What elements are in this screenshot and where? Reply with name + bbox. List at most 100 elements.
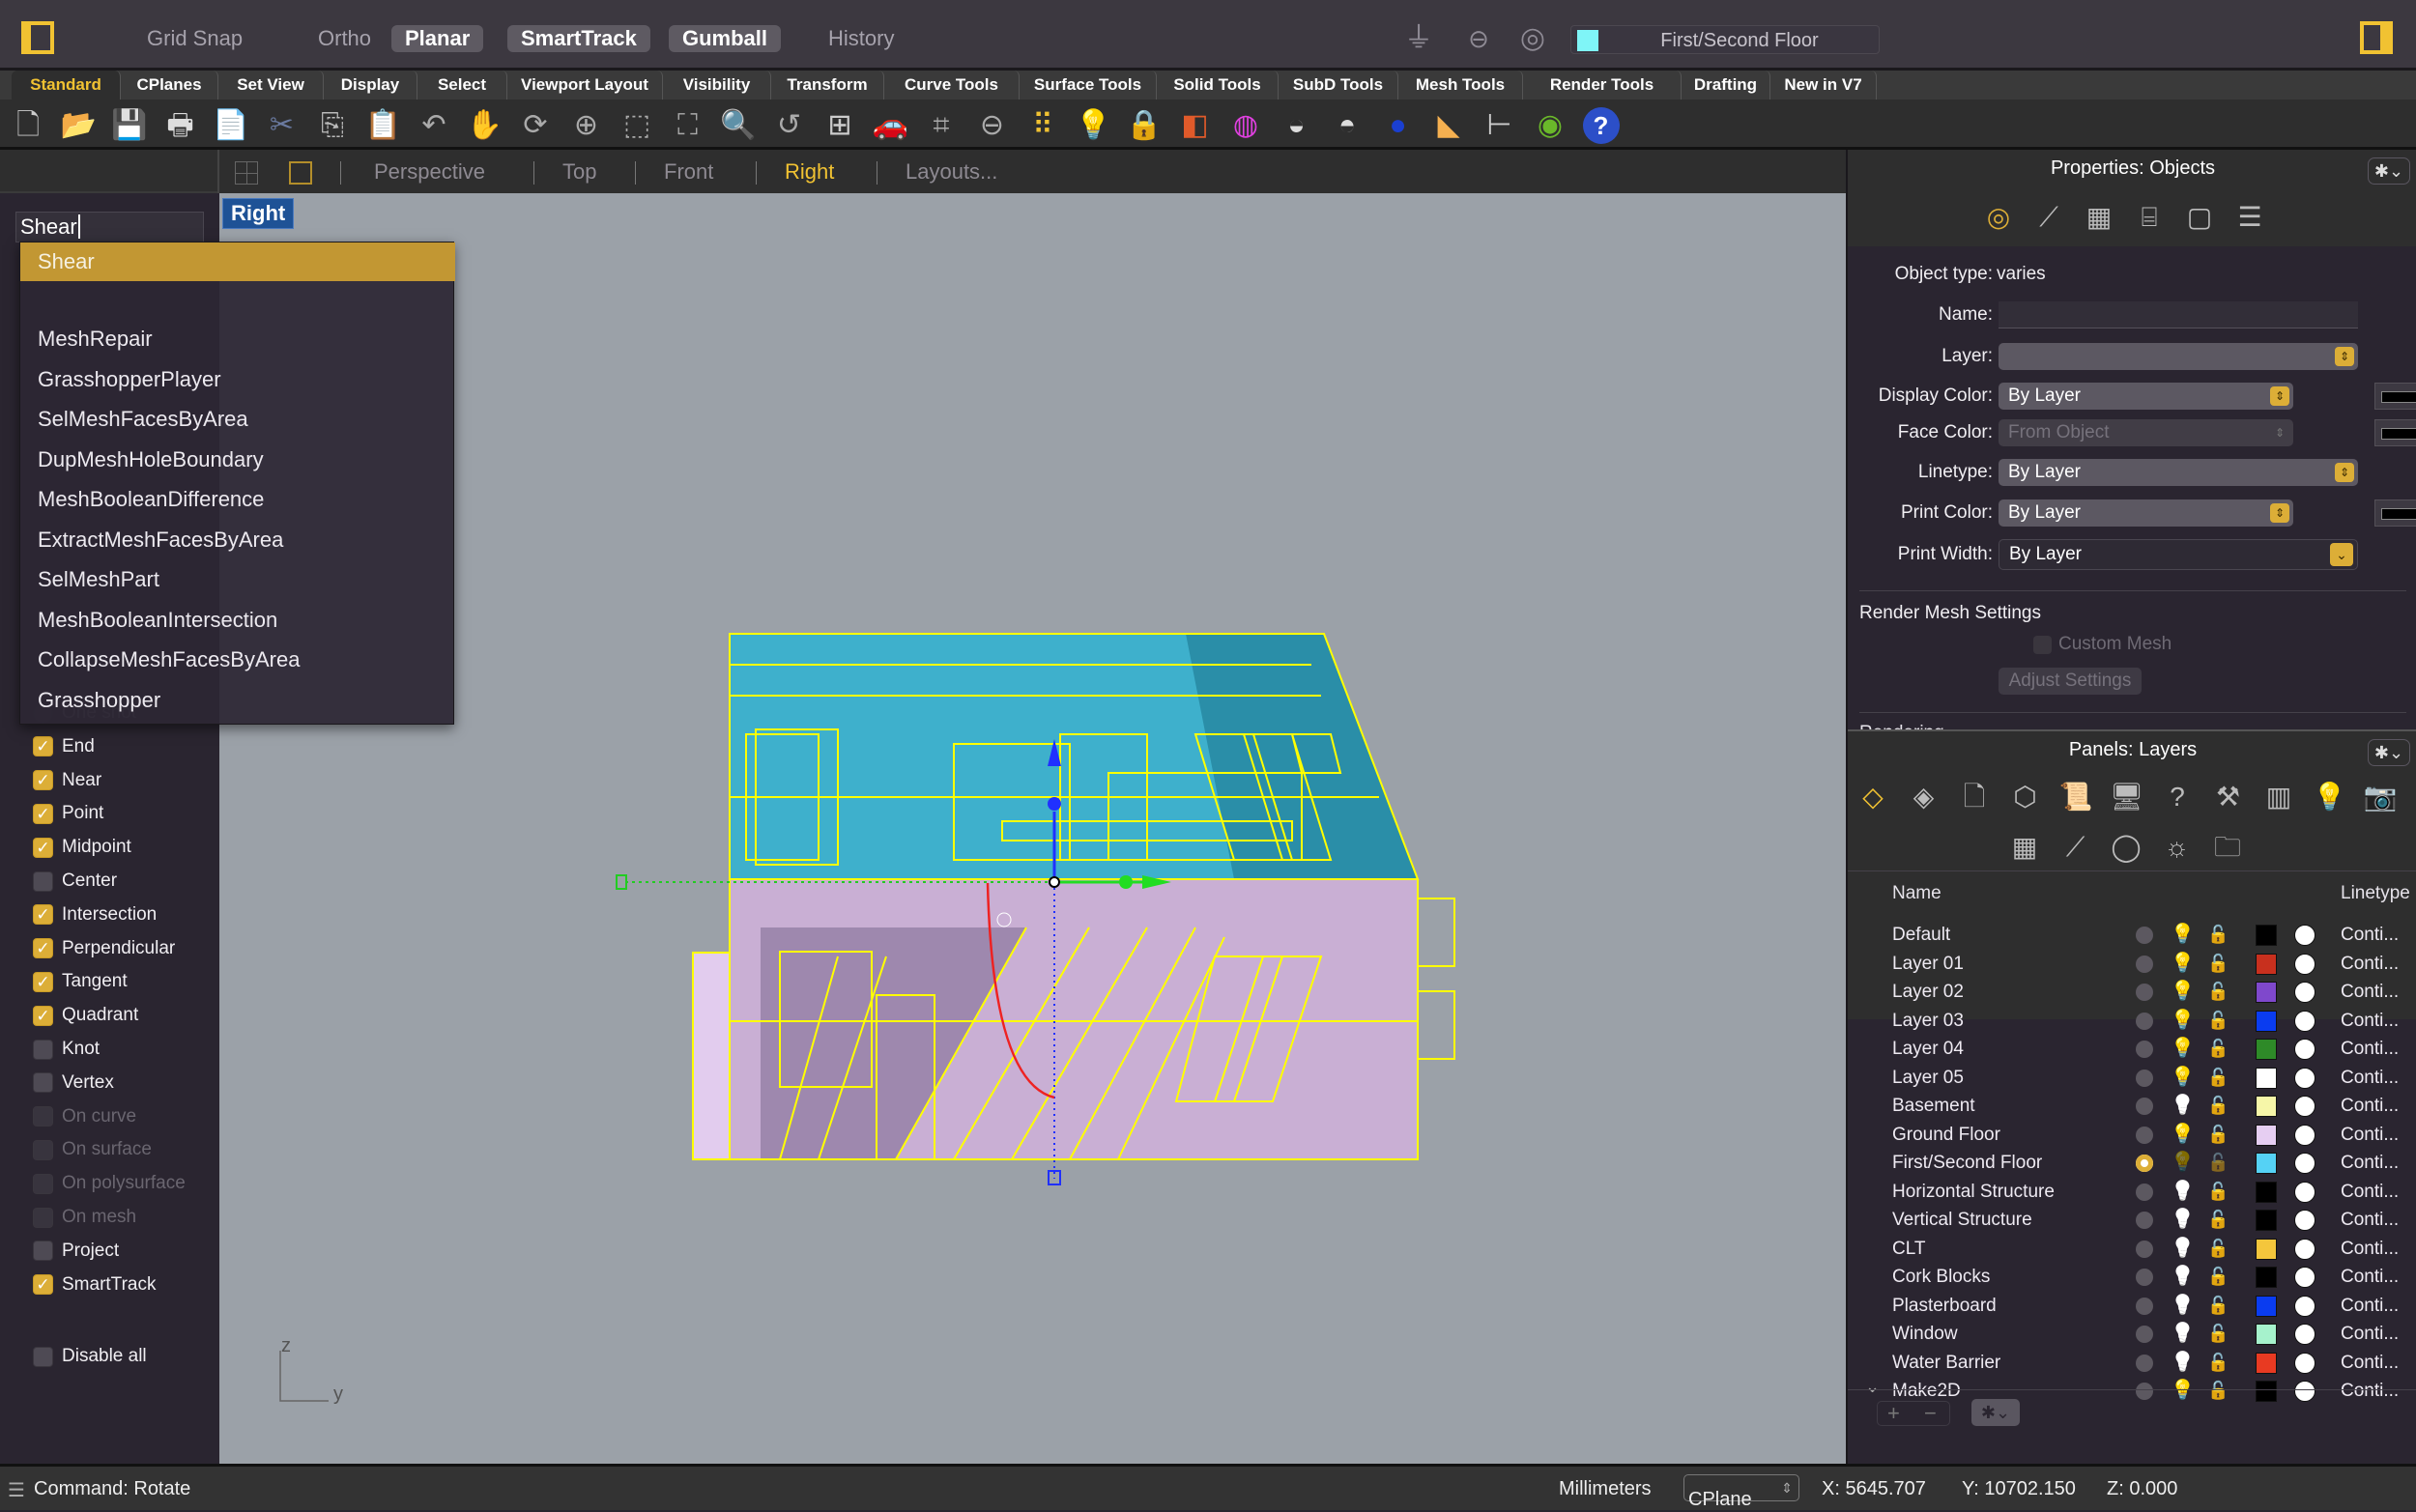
mode-history[interactable]: History — [815, 25, 907, 52]
osnap-point[interactable]: ✓ Point — [33, 799, 103, 828]
sphere-wire-icon[interactable]: ◒ — [1279, 107, 1315, 144]
material-swatch[interactable] — [2294, 1381, 2315, 1402]
layer-linetype[interactable]: Conti... — [2341, 1092, 2399, 1120]
layer-row[interactable]: Plasterboard 💡 🔓 Conti... — [1848, 1292, 2416, 1320]
osnap-knot[interactable]: Knot — [33, 1035, 100, 1064]
layer-color-swatch[interactable] — [2256, 1153, 2277, 1174]
layer-linetype[interactable]: Conti... — [2341, 921, 2399, 949]
material-swatch[interactable] — [2294, 1324, 2315, 1345]
suggestion-item[interactable]: SelMeshFacesByArea — [20, 400, 455, 439]
osnap-disable-all[interactable]: Disable all — [33, 1342, 147, 1371]
layer-row[interactable]: Basement 💡 🔓 Conti... — [1848, 1092, 2416, 1120]
material-swatch[interactable] — [2294, 953, 2315, 975]
lightbulb-icon[interactable]: 💡 — [2171, 1235, 2195, 1263]
layer-row[interactable]: First/Second Floor 💡 🔓 Conti... — [1848, 1149, 2416, 1177]
layer-color-swatch[interactable] — [2256, 1295, 2277, 1317]
dimension-icon[interactable]: ⊢ — [1481, 107, 1518, 144]
face-color-select[interactable]: From Object ⇕ — [1999, 419, 2293, 446]
layer-linetype[interactable]: Conti... — [2341, 1320, 2399, 1348]
unlock-icon[interactable]: 🔓 — [2207, 1292, 2229, 1320]
layer-options-gear-button[interactable]: ✱⌄ — [1971, 1399, 2020, 1426]
display-panel-icon[interactable]: 🖥 — [2110, 778, 2144, 816]
car-display-icon[interactable]: 🚗 — [873, 107, 909, 144]
layer-linetype[interactable]: Conti... — [2341, 1377, 2399, 1405]
material-swatch[interactable] — [2294, 1124, 2315, 1146]
checkbox[interactable]: ✓ — [33, 1274, 53, 1296]
checkbox[interactable] — [33, 1346, 53, 1367]
lightbulb-icon[interactable]: 💡 — [2171, 1263, 2195, 1291]
current-layer-indicator[interactable] — [2136, 1212, 2153, 1229]
help-panel-icon[interactable]: ? — [2160, 778, 2195, 816]
lightbulb-icon[interactable]: 💡 — [2171, 1064, 2195, 1092]
material-swatch[interactable] — [2294, 1039, 2315, 1060]
checkbox[interactable]: ✓ — [33, 1005, 53, 1026]
layer-linetype[interactable]: Conti... — [2341, 1349, 2399, 1377]
print-width-select[interactable]: By Layer ⌄ — [1999, 539, 2358, 570]
tab-cplanes[interactable]: CPlanes — [121, 71, 218, 100]
cplane-select[interactable]: CPlane ⇕ — [1683, 1474, 1799, 1510]
sun-panel-icon[interactable]: ☼ — [2160, 828, 2195, 867]
cut-icon[interactable]: ✂ — [264, 107, 301, 144]
unlock-icon[interactable]: 🔓 — [2207, 1035, 2229, 1063]
col-name[interactable]: Name — [1892, 876, 1941, 911]
print-icon[interactable]: 🖶 — [162, 107, 199, 144]
osnap-icon[interactable]: ⊖ — [974, 107, 1011, 144]
viewport-tab-layouts[interactable]: Layouts... — [906, 157, 997, 186]
camera-panel-icon[interactable]: 📷 — [2363, 778, 2398, 816]
layer-color-swatch[interactable] — [2256, 1039, 2277, 1060]
lightbulb-icon[interactable]: 💡 — [2171, 978, 2195, 1006]
current-layer-selector[interactable]: First/Second Floor — [1570, 25, 1880, 54]
current-layer-indicator[interactable] — [2136, 1326, 2153, 1343]
layer-row[interactable]: Water Barrier 💡 🔓 Conti... — [1848, 1349, 2416, 1377]
material-swatch[interactable] — [2294, 1010, 2315, 1032]
suggestion-item[interactable]: Grasshopper — [20, 681, 455, 720]
tab-curve-tools[interactable]: Curve Tools — [884, 71, 1020, 100]
mode-planar[interactable]: Planar — [391, 25, 484, 52]
osnap-on-surface[interactable]: On surface — [33, 1135, 152, 1164]
adjust-settings-button[interactable]: Adjust Settings — [1999, 668, 2142, 695]
layer-linetype[interactable]: Conti... — [2341, 978, 2399, 1006]
unlock-icon[interactable]: 🔓 — [2207, 1121, 2229, 1149]
material-icon[interactable]: ⟋ — [2031, 198, 2066, 237]
checkbox[interactable] — [33, 1072, 53, 1094]
paste-icon[interactable]: 📋 — [365, 107, 402, 144]
layer-row[interactable]: Vertical Structure 💡 🔓 Conti... — [1848, 1206, 2416, 1234]
viewport-tab-top[interactable]: Top — [562, 157, 596, 186]
linked-layers-panel-icon[interactable]: ◈ — [1907, 778, 1941, 816]
cone-light-icon[interactable]: ◣ — [1430, 107, 1467, 144]
layer-linetype[interactable]: Conti... — [2341, 1235, 2399, 1263]
checkbox[interactable] — [33, 1207, 53, 1228]
layer-color-swatch[interactable] — [2256, 1352, 2277, 1374]
layer-color-swatch[interactable] — [2256, 1181, 2277, 1203]
template-icon[interactable]: 📄 — [213, 107, 249, 144]
layer-color-swatch[interactable] — [2256, 1381, 2277, 1402]
current-layer-indicator[interactable] — [2136, 1297, 2153, 1315]
custom-mesh-checkbox[interactable] — [2033, 636, 2052, 654]
lightbulb-icon[interactable]: 💡 — [2171, 1178, 2195, 1206]
tools-panel-icon[interactable]: ⚒ — [2211, 778, 2246, 816]
current-layer-indicator[interactable] — [2136, 1126, 2153, 1144]
osnap-icon[interactable]: ⊖ — [1461, 21, 1496, 56]
layer-color-swatch[interactable] — [2256, 1124, 2277, 1146]
layer-row[interactable]: Window 💡 🔓 Conti... — [1848, 1320, 2416, 1348]
lightbulb-icon[interactable]: 💡 — [2171, 1206, 2195, 1234]
undo-view-icon[interactable]: ↺ — [771, 107, 808, 144]
save-icon[interactable]: 💾 — [111, 107, 148, 144]
suggestion-item[interactable]: MeshRepair — [20, 320, 455, 358]
zoom-selected-icon[interactable]: 🔍 — [720, 107, 757, 144]
unlock-icon[interactable]: 🔓 — [2207, 1007, 2229, 1035]
layers-gear-button[interactable]: ✱⌄ — [2368, 739, 2410, 766]
sidebar-toggle-icon[interactable] — [21, 21, 54, 54]
material-swatch[interactable] — [2294, 925, 2315, 946]
color-wheel-icon[interactable]: ◍ — [1227, 107, 1264, 144]
tab-transform[interactable]: Transform — [771, 71, 884, 100]
lights-panel-icon[interactable]: 💡 — [2313, 778, 2347, 816]
suggestion-item[interactable]: SelMeshPart — [20, 560, 455, 599]
current-layer-indicator[interactable] — [2136, 1098, 2153, 1115]
layer-row[interactable]: Ground Floor 💡 🔓 Conti... — [1848, 1121, 2416, 1149]
layer-color-swatch[interactable] — [2256, 1096, 2277, 1117]
osnap-on-mesh[interactable]: On mesh — [33, 1203, 136, 1232]
command-history-icon[interactable]: ☰ — [8, 1478, 25, 1502]
osnap-tangent[interactable]: ✓ Tangent — [33, 967, 128, 996]
unlock-icon[interactable]: 🔓 — [2207, 1235, 2229, 1263]
